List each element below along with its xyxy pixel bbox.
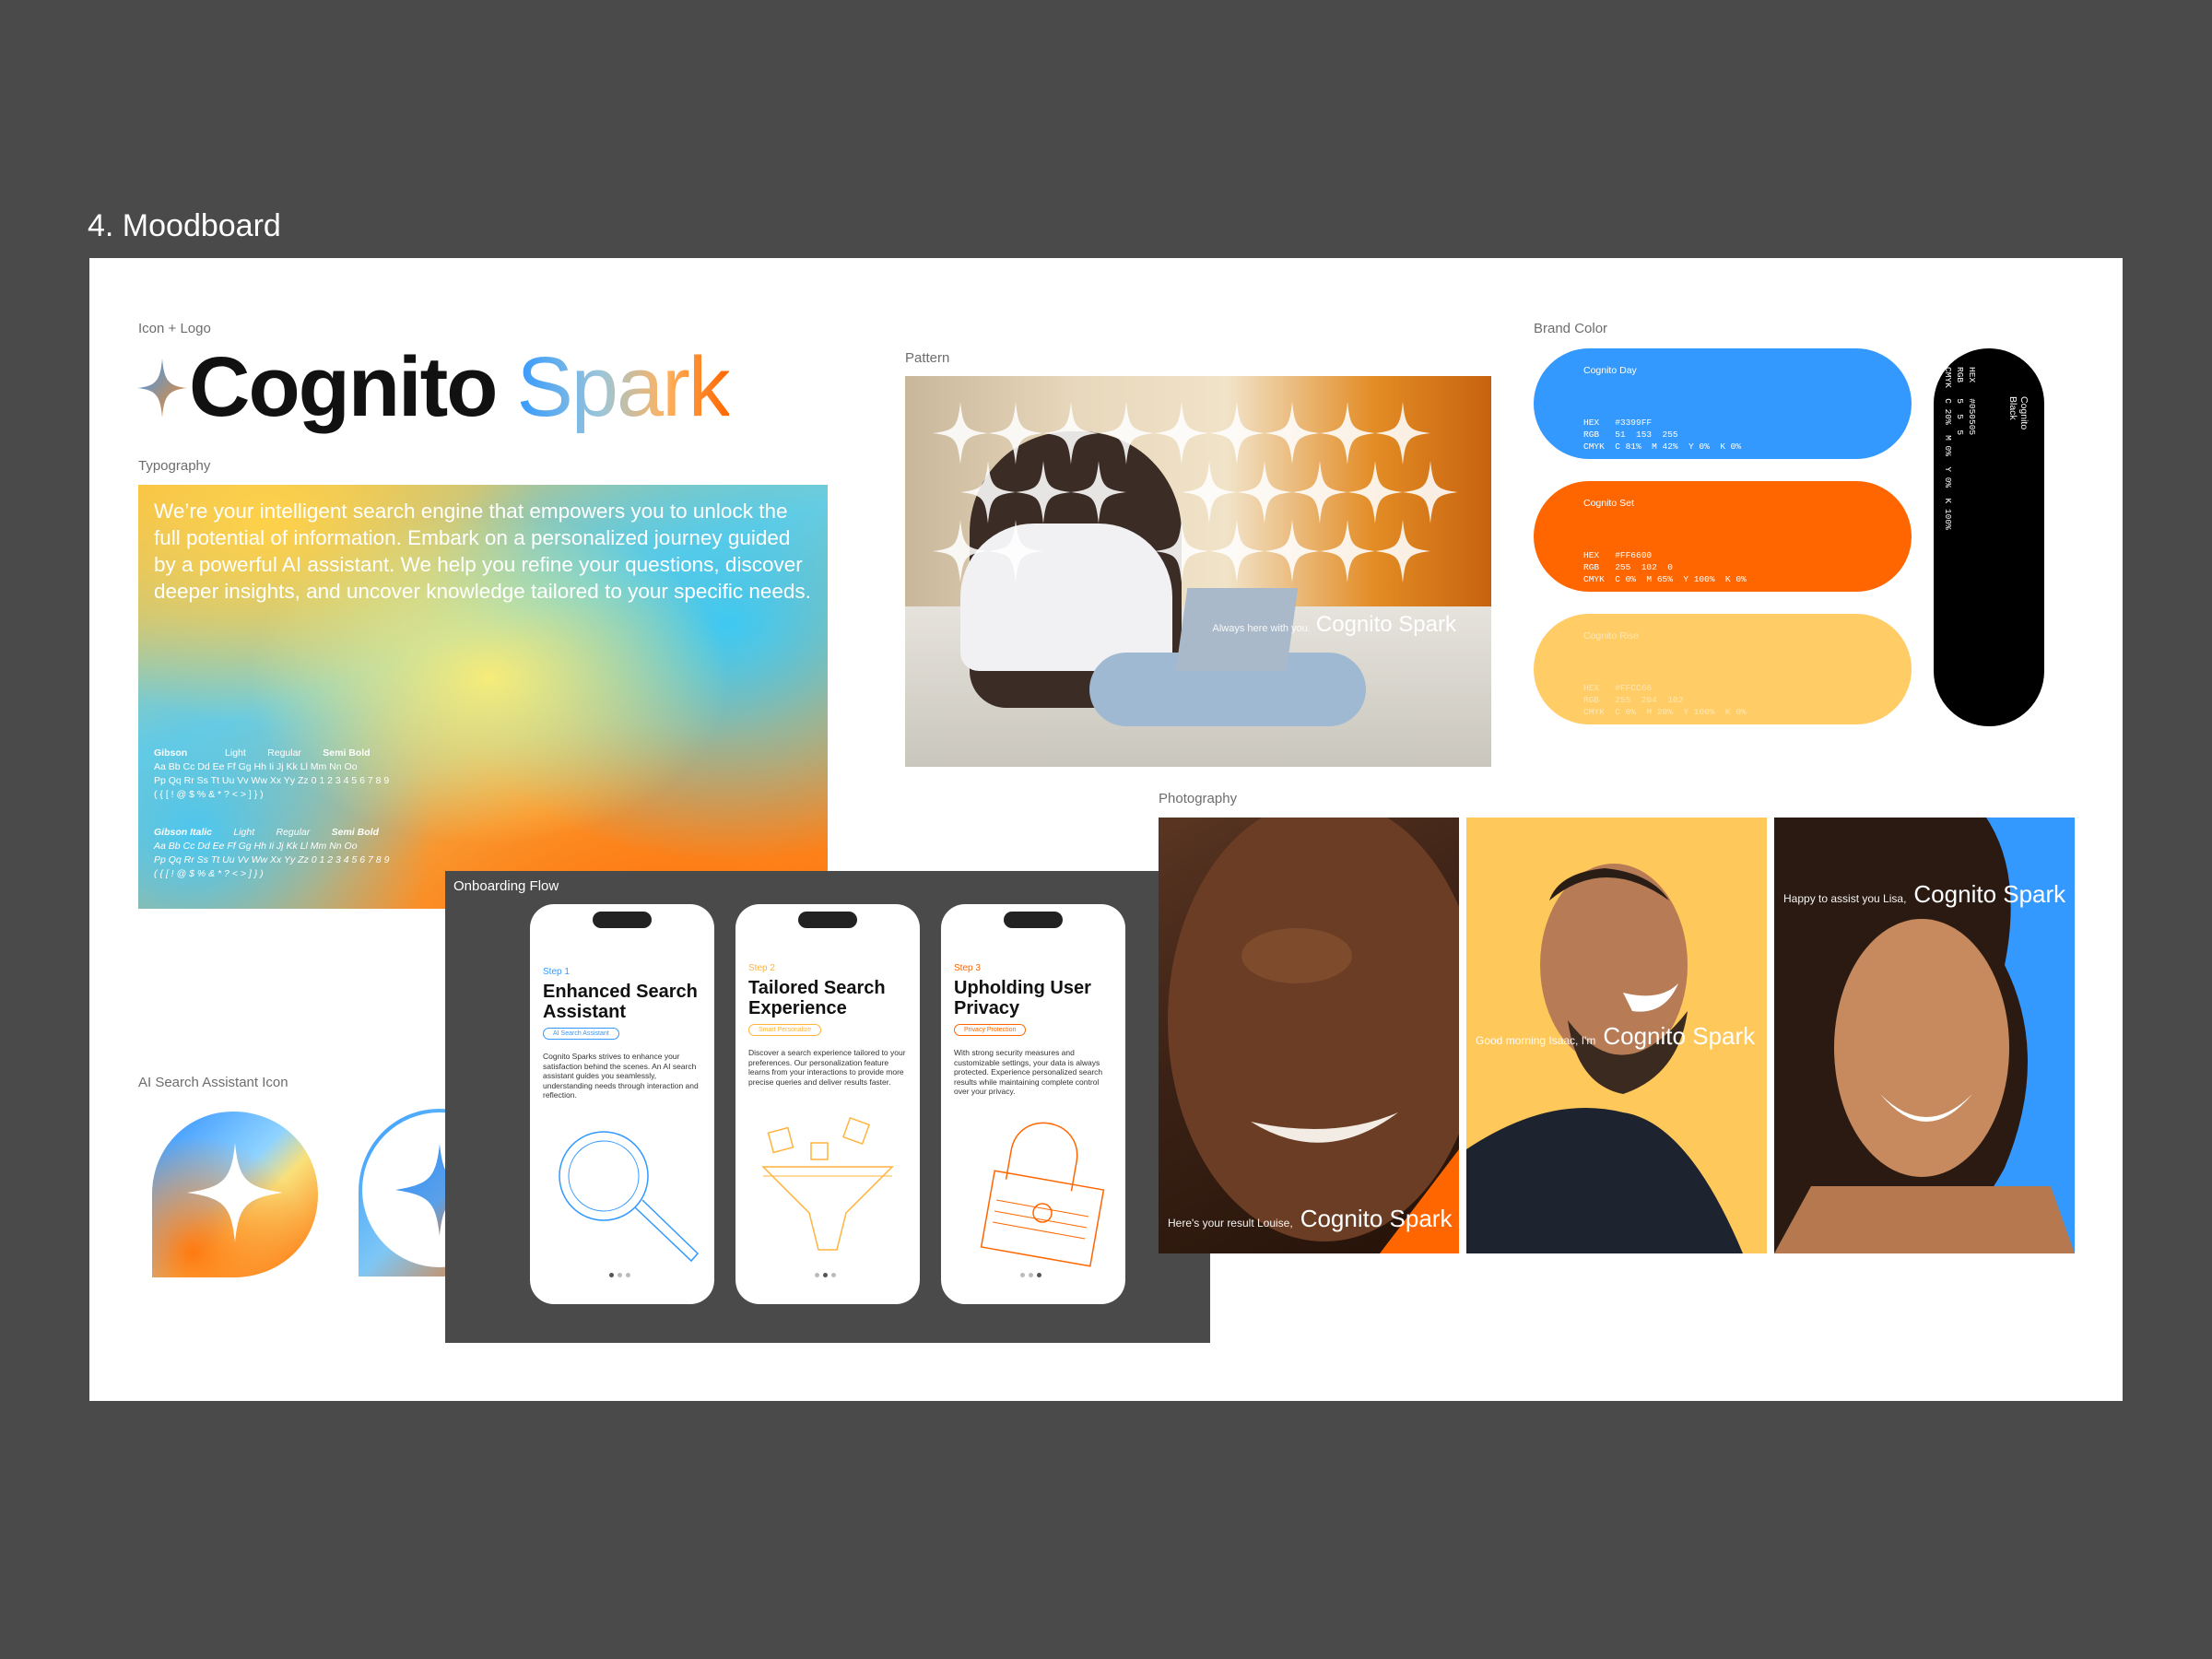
swatch-cognito-black: Cognito Black HEX #050505 RGB 5 5 5 CMYK… <box>1934 348 2044 726</box>
feature-chip: Smart Personalize <box>748 1024 822 1036</box>
photo-caption-isaac: Good morning Isaac, I'm Cognito Spark <box>1476 1022 1756 1050</box>
star-pattern <box>933 402 1458 582</box>
feature-chip: Privacy Protection <box>954 1024 1027 1036</box>
onboarding-title: Upholding User Privacy <box>954 978 1091 1018</box>
logo-word-spark: Spark <box>516 340 730 434</box>
page-title: 4. Moodboard <box>88 208 281 243</box>
padlock-icon <box>980 1122 1105 1267</box>
onboarding-title: Tailored Search Experience <box>748 978 886 1018</box>
section-label-ai-icon: AI Search Assistant Icon <box>138 1075 288 1090</box>
brand-logo: Cognito Spark <box>135 339 731 436</box>
section-label-brand-color: Brand Color <box>1534 321 1608 336</box>
onboarding-flow-panel: Onboarding Flow Step 1 Enhanced Search A… <box>445 871 1210 1343</box>
photo-isaac: Good morning Isaac, I'm Cognito Spark <box>1466 818 1767 1253</box>
typography-card: We’re your intelligent search engine tha… <box>138 485 828 909</box>
section-label-icon-logo: Icon + Logo <box>138 321 211 336</box>
logo-word-cognito: Cognito <box>189 340 498 434</box>
onboarding-title: Enhanced Search Assistant <box>543 982 698 1022</box>
magnifier-icon <box>559 1131 700 1263</box>
font-spec-gibson-italic: Gibson Italic Light Regular Semi Bold Aa… <box>154 827 390 879</box>
pattern-image: Always here with you. Cognito Spark <box>905 376 1491 767</box>
section-label-onboarding: Onboarding Flow <box>453 878 559 894</box>
photo-louise: Here's your result Louise, Cognito Spark <box>1159 818 1459 1253</box>
section-label-photography: Photography <box>1159 791 1238 806</box>
onboarding-screen-3: Step 3 Upholding User Privacy Privacy Pr… <box>941 904 1125 1304</box>
photo-caption-louise: Here's your result Louise, Cognito Spark <box>1168 1205 1453 1232</box>
photo-caption-lisa: Happy to assist you Lisa, Cognito Spark <box>1783 880 2066 908</box>
photo-lisa: Happy to assist you Lisa, Cognito Spark <box>1774 818 2075 1253</box>
pattern-caption: Always here with you. Cognito Spark <box>1212 612 1456 637</box>
onboarding-screen-2: Step 2 Tailored Search Experience Smart … <box>735 904 920 1304</box>
feature-chip: AI Search Assistant <box>543 1028 619 1040</box>
moodboard: Icon + Logo Cognito Spark Typography We’… <box>89 258 2123 1401</box>
section-label-typography: Typography <box>138 458 211 474</box>
typography-sample: We’re your intelligent search engine tha… <box>154 500 811 603</box>
funnel-icon <box>761 1116 894 1251</box>
swatch-cognito-set: Cognito Set HEX #FF6600 RGB 255 102 0 CMY… <box>1534 481 1912 592</box>
section-label-pattern: Pattern <box>905 350 950 366</box>
font-spec-gibson: Gibson Light Regular Semi Bold Aa Bb Cc … <box>154 747 390 800</box>
swatch-cognito-rise: Cognito Rise HEX #FFCC66 RGB 255 204 102 … <box>1534 614 1912 724</box>
swatch-cognito-day: Cognito Day HEX #3399FF RGB 51 153 255 CM… <box>1534 348 1912 459</box>
ai-assistant-icon-filled <box>152 1112 318 1277</box>
onboarding-screen-1: Step 1 Enhanced Search Assistant AI Sear… <box>530 904 714 1304</box>
spark-icon <box>137 358 187 418</box>
